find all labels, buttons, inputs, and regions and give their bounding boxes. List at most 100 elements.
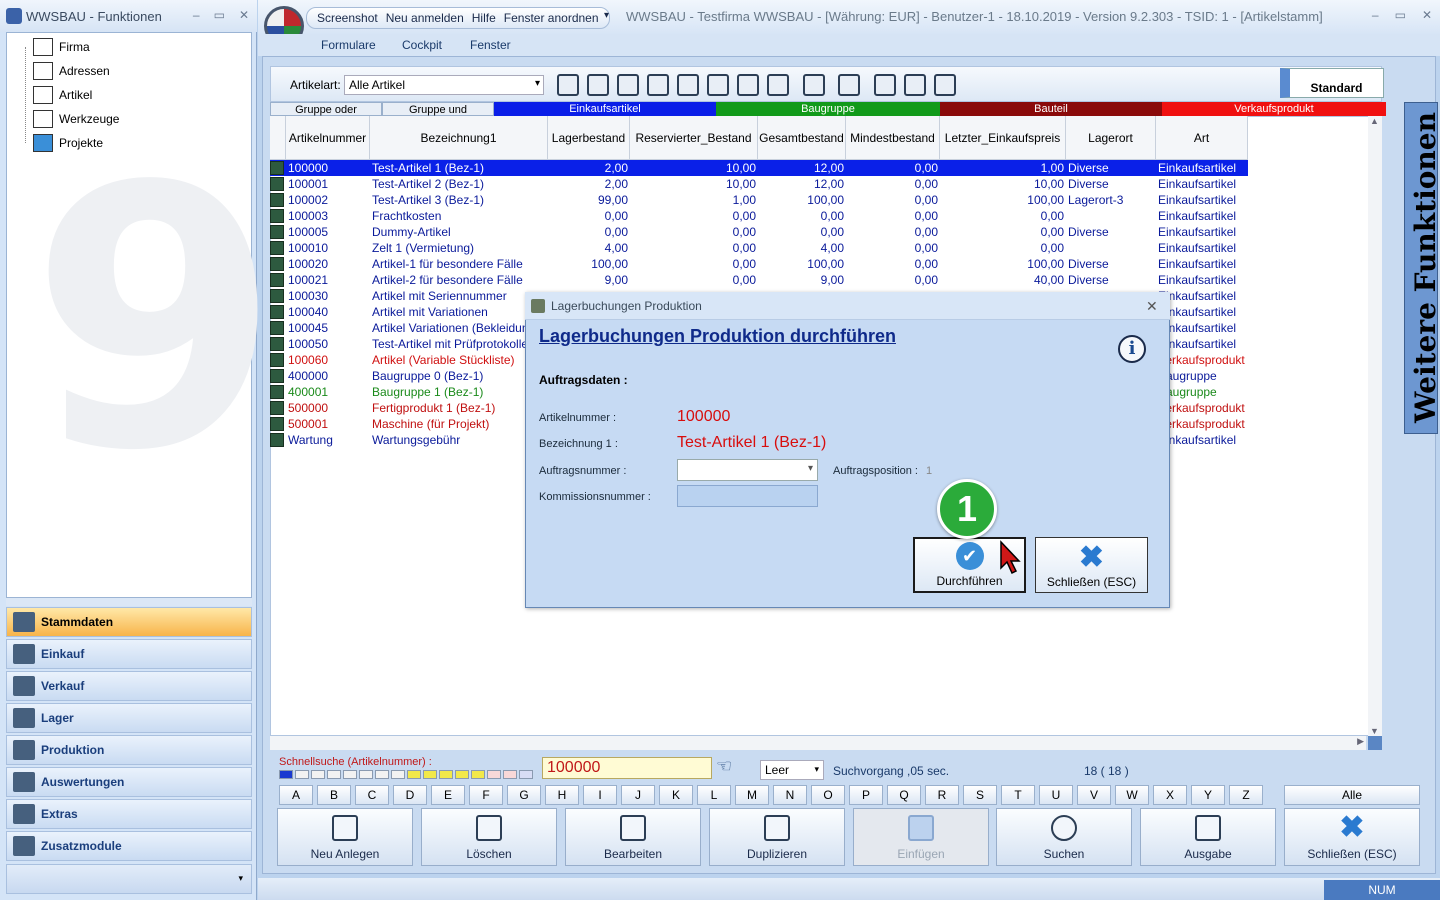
letter-v[interactable]: V	[1077, 785, 1111, 805]
horizontal-scrollbar[interactable]: ▶	[270, 736, 1366, 750]
sort-up-icon[interactable]	[838, 74, 860, 96]
letter-a[interactable]: A	[279, 785, 313, 805]
menu-cockpit[interactable]: Cockpit	[402, 38, 442, 52]
copy-icon[interactable]	[737, 74, 759, 96]
tree-item-adressen[interactable]: Adressen	[33, 61, 110, 81]
bearbeiten-button[interactable]: Bearbeiten	[565, 808, 701, 866]
nav-verkauf[interactable]: Verkauf	[6, 671, 252, 701]
table-row[interactable]: 100010 Zelt 1 (Vermietung) 4,00 0,00 4,00 0,0…	[270, 240, 1248, 256]
panel-splitter[interactable]	[6, 598, 252, 606]
letter-j[interactable]: J	[621, 785, 655, 805]
sort-down-icon[interactable]	[803, 74, 825, 96]
nav-overflow-button[interactable]: ▾	[6, 864, 252, 894]
stack-icon[interactable]	[647, 74, 669, 96]
neu-anlegen-button[interactable]: Neu Anlegen	[277, 808, 413, 866]
quick-screenshot[interactable]: Screenshot	[317, 11, 378, 25]
quick-neu-anmelden[interactable]: Neu anmelden	[386, 11, 464, 25]
letter-w[interactable]: W	[1115, 785, 1149, 805]
tree-item-firma[interactable]: Firma	[33, 37, 90, 57]
nav-extras[interactable]: Extras	[6, 799, 252, 829]
close-icon[interactable]: ✕	[1422, 8, 1432, 22]
info-icon[interactable]: i	[1118, 335, 1146, 363]
settings-panel-icon[interactable]	[934, 74, 956, 96]
letter-x[interactable]: X	[1153, 785, 1187, 805]
filter-gruppe-oder[interactable]: Gruppe oder	[270, 102, 382, 116]
panel-bottom-icon[interactable]	[874, 74, 896, 96]
dialog-close-icon[interactable]: ✕	[1146, 298, 1158, 315]
nav-produktion[interactable]: Produktion	[6, 735, 252, 765]
letter-g[interactable]: G	[507, 785, 541, 805]
column-header-mindestbestand[interactable]: Mindestbestand	[846, 116, 940, 160]
tree-item-artikel[interactable]: Artikel	[33, 85, 92, 105]
restore-icon[interactable]: ▭	[1395, 8, 1406, 22]
einfuegen-button[interactable]: Einfügen	[853, 808, 989, 866]
suchen-button[interactable]: Suchen	[996, 808, 1132, 866]
filter-gruppe-und[interactable]: Gruppe und	[382, 102, 494, 116]
letter-c[interactable]: C	[355, 785, 389, 805]
scroll-right-icon[interactable]: ▶	[1357, 736, 1364, 747]
nav-auswertungen[interactable]: Auswertungen	[6, 767, 252, 797]
kommissionsnummer-field[interactable]	[677, 485, 818, 507]
dialog-schliessen-button[interactable]: ✖ Schließen (ESC)	[1035, 537, 1148, 593]
package-icon[interactable]	[707, 74, 729, 96]
loeschen-button[interactable]: Löschen	[421, 808, 557, 866]
letter-n[interactable]: N	[773, 785, 807, 805]
table-row[interactable]: 100020 Artikel-1 für besondere Fälle 100,0…	[270, 256, 1248, 272]
image-icon[interactable]	[617, 74, 639, 96]
nav-zusatzmodule[interactable]: Zusatzmodule	[6, 831, 252, 861]
nav-lager[interactable]: Lager	[6, 703, 252, 733]
minimize-icon[interactable]: –	[193, 8, 200, 22]
letter-r[interactable]: R	[925, 785, 959, 805]
minimize-icon[interactable]: –	[1372, 8, 1379, 22]
letter-b[interactable]: B	[317, 785, 351, 805]
filter-verkaufsprodukt[interactable]: Verkaufsprodukt	[1162, 102, 1386, 116]
letter-e[interactable]: E	[431, 785, 465, 805]
quick-fenster-anordnen[interactable]: Fenster anordnen	[504, 11, 599, 25]
letter-o[interactable]: O	[811, 785, 845, 805]
letter-i[interactable]: I	[583, 785, 617, 805]
artikelart-select[interactable]: Alle Artikel	[344, 75, 544, 95]
schliessen-button[interactable]: ✖ Schließen (ESC)	[1284, 808, 1420, 866]
standard-view-button[interactable]: Standard	[1280, 68, 1384, 98]
letter-u[interactable]: U	[1039, 785, 1073, 805]
duplizieren-button[interactable]: Duplizieren	[709, 808, 845, 866]
quick-hilfe[interactable]: Hilfe	[472, 11, 496, 25]
table-row[interactable]: 100000 Test-Artikel 1 (Bez-1) 2,00 10,00 12,…	[270, 160, 1248, 176]
filter-bauteil[interactable]: Bauteil	[940, 102, 1162, 116]
filter-einkaufsartikel[interactable]: Einkaufsartikel	[494, 102, 716, 116]
import-icon[interactable]	[587, 74, 609, 96]
auftragsnummer-select[interactable]	[677, 459, 818, 481]
letter-s[interactable]: S	[963, 785, 997, 805]
nav-stammdaten[interactable]: Stammdaten	[6, 607, 252, 637]
table-row[interactable]: 100001 Test-Artikel 2 (Bez-1) 2,00 10,00 12,…	[270, 176, 1248, 192]
restore-icon[interactable]: ▭	[214, 8, 225, 22]
filter-baugruppe[interactable]: Baugruppe	[716, 102, 940, 116]
leer-select[interactable]: Leer ▾	[760, 760, 824, 780]
column-header-artikelnummer[interactable]: Artikelnummer	[286, 116, 370, 160]
vertical-scrollbar[interactable]: ▲ ▼	[1368, 116, 1382, 736]
table-row[interactable]: 100021 Artikel-2 für besondere Fälle 9,00 0…	[270, 272, 1248, 288]
letter-y[interactable]: Y	[1191, 785, 1225, 805]
letter-d[interactable]: D	[393, 785, 427, 805]
letter-p[interactable]: P	[849, 785, 883, 805]
column-header-letzter-einkaufspreis[interactable]: Letzter_Einkaufspreis	[940, 116, 1066, 160]
table-row[interactable]: 100002 Test-Artikel 3 (Bez-1) 99,00 1,00 100…	[270, 192, 1248, 208]
column-header-lagerbestand[interactable]: Lagerbestand	[548, 116, 630, 160]
column-header-art[interactable]: Art	[1156, 116, 1248, 160]
column-header-bezeichnung1[interactable]: Bezeichnung1	[370, 116, 548, 160]
hourglass-icon[interactable]	[677, 74, 699, 96]
menu-fenster[interactable]: Fenster	[470, 38, 511, 52]
letter-f[interactable]: F	[469, 785, 503, 805]
scroll-down-icon[interactable]: ▼	[1370, 726, 1379, 736]
menu-formulare[interactable]: Formulare	[321, 38, 376, 52]
label-icon[interactable]	[767, 74, 789, 96]
table-row[interactable]: 100005 Dummy-Artikel 0,00 0,00 0,00 0,00 0,00 D…	[270, 224, 1248, 240]
close-icon[interactable]: ✕	[239, 8, 249, 22]
schnellsuche-input[interactable]: 100000	[542, 757, 712, 779]
letter-q[interactable]: Q	[887, 785, 921, 805]
alle-button[interactable]: Alle	[1284, 785, 1420, 805]
column-header-reservierter-bestand[interactable]: Reservierter_Bestand	[630, 116, 758, 160]
letter-h[interactable]: H	[545, 785, 579, 805]
calculator-icon[interactable]	[557, 74, 579, 96]
letter-m[interactable]: M	[735, 785, 769, 805]
